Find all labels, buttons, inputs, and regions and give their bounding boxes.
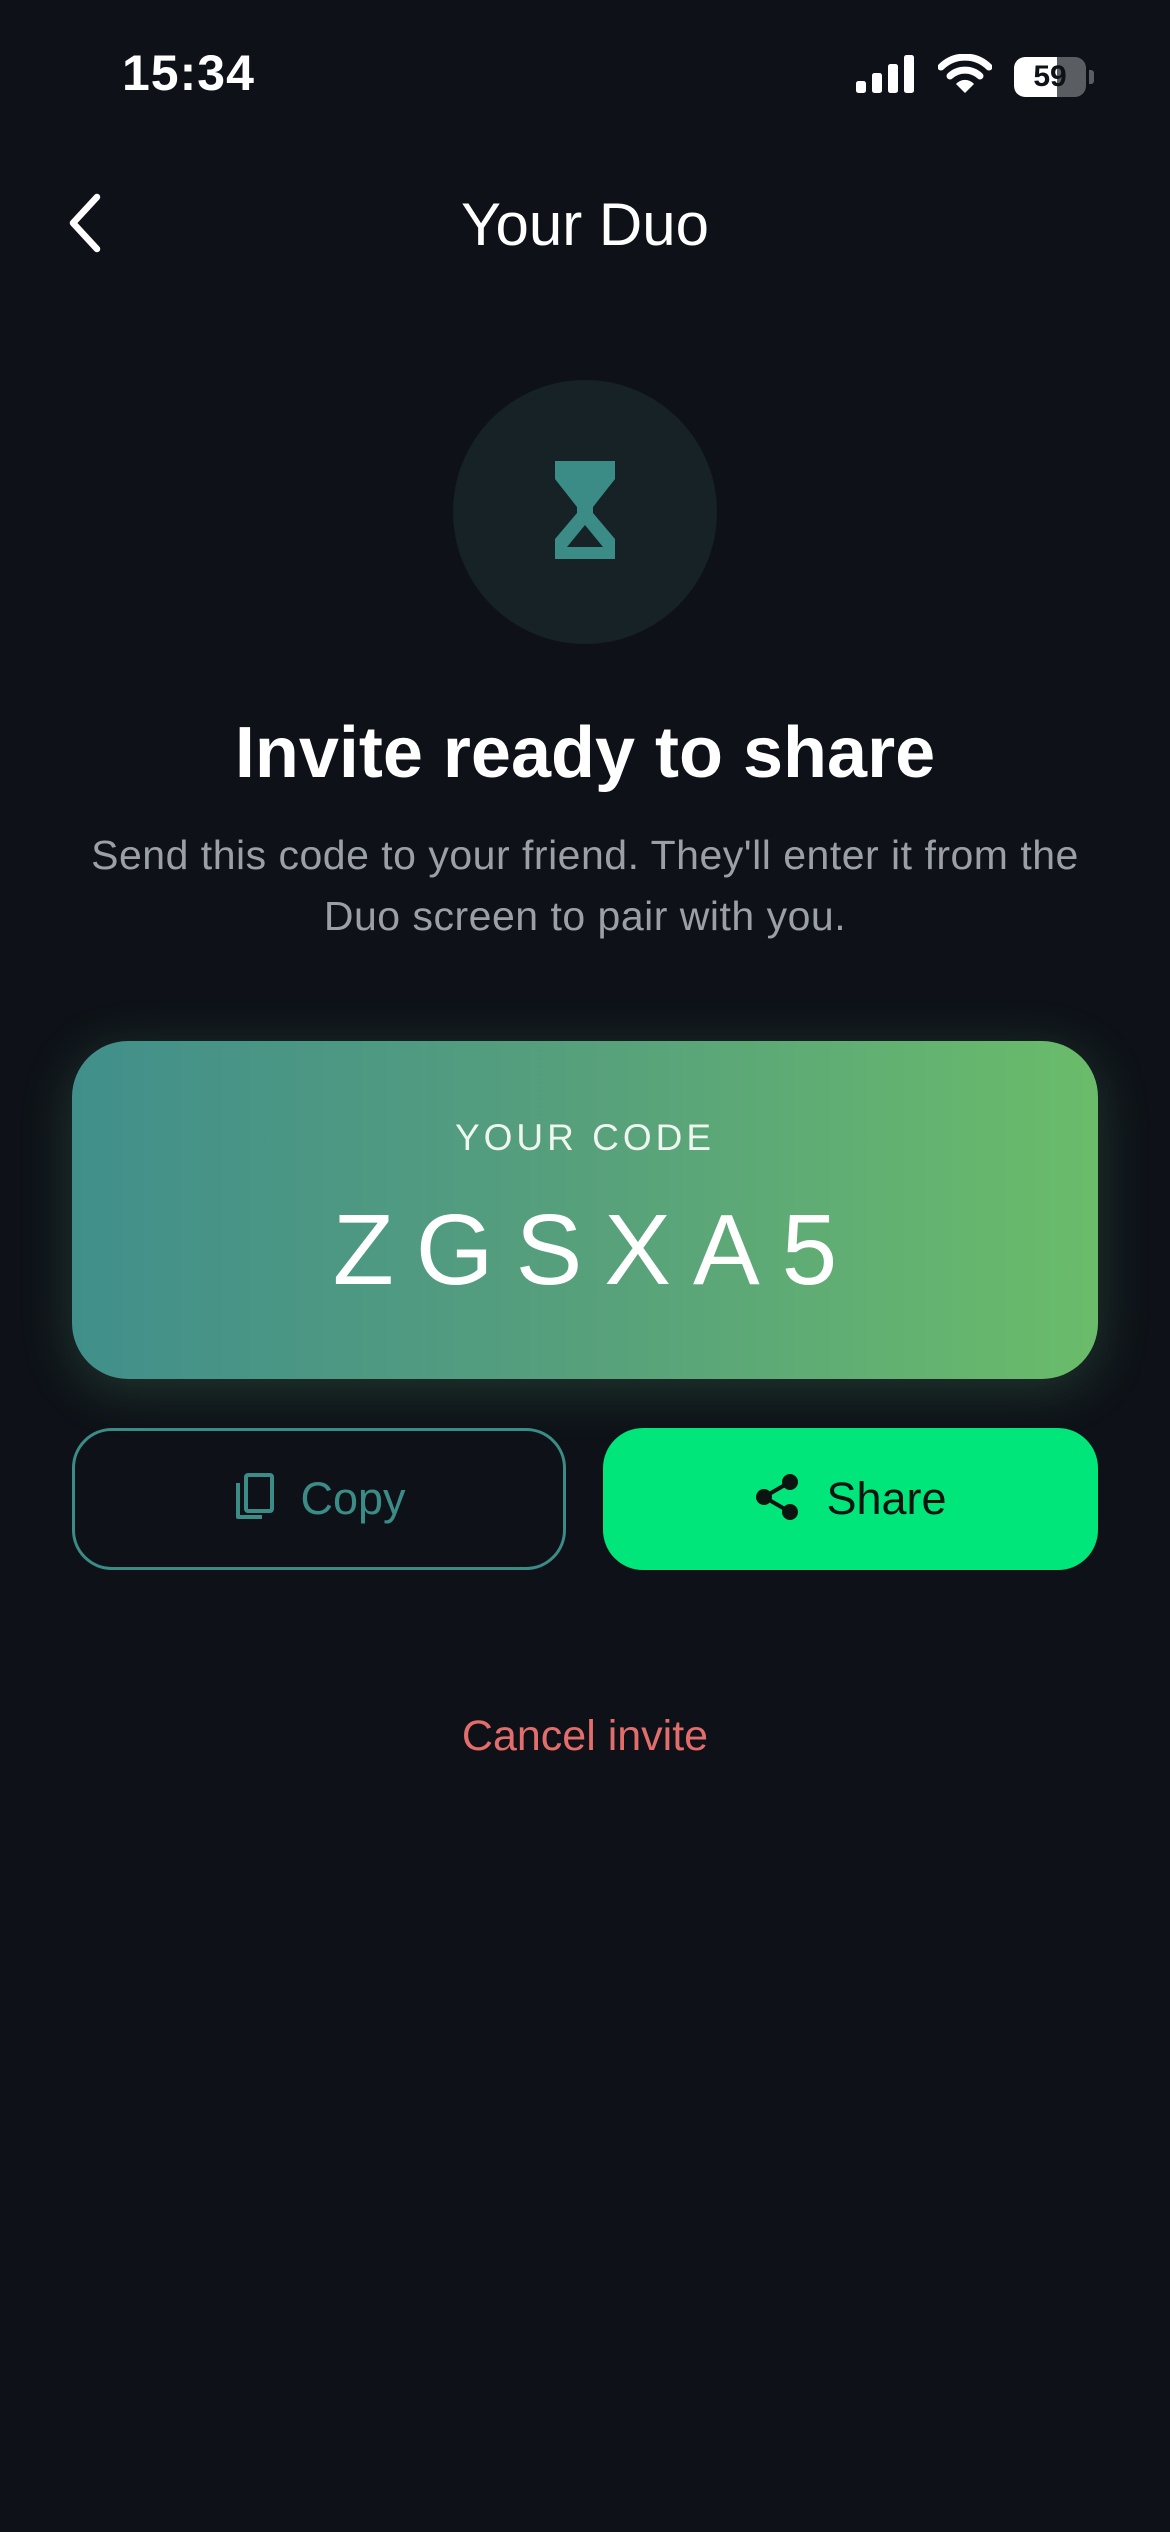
share-icon xyxy=(754,1473,800,1526)
battery-nub xyxy=(1089,69,1094,84)
copy-label: Copy xyxy=(300,1473,406,1524)
share-label: Share xyxy=(826,1473,947,1524)
page-title: Your Duo xyxy=(461,191,709,258)
status-bar: 15:34 59 xyxy=(0,0,1170,150)
instructions-text: Send this code to your friend. They'll e… xyxy=(91,832,1079,939)
headline: Invite ready to share xyxy=(234,713,936,793)
battery-level: 59 xyxy=(1033,59,1067,93)
copy-icon xyxy=(232,1471,276,1528)
invite-code: ZGSXA5 xyxy=(332,1194,860,1306)
battery-icon: 59 xyxy=(1014,56,1094,97)
copy-button[interactable]: Copy xyxy=(72,1428,566,1570)
share-button[interactable]: Share xyxy=(603,1428,1098,1570)
status-time: 15:34 xyxy=(122,45,255,101)
code-label: YOUR CODE xyxy=(454,1117,716,1158)
status-icons: 59 xyxy=(856,53,1094,99)
cancel-invite-button[interactable]: Cancel invite xyxy=(0,1712,1170,1761)
cellular-signal-icon xyxy=(856,55,916,98)
hourglass-badge xyxy=(453,380,717,644)
invite-code-card: YOUR CODE ZGSXA5 xyxy=(72,1041,1098,1379)
battery-body: 59 xyxy=(1014,56,1087,97)
nav-bar: Your Duo xyxy=(0,170,1170,280)
wifi-icon xyxy=(937,53,993,99)
hourglass-icon xyxy=(553,459,617,566)
